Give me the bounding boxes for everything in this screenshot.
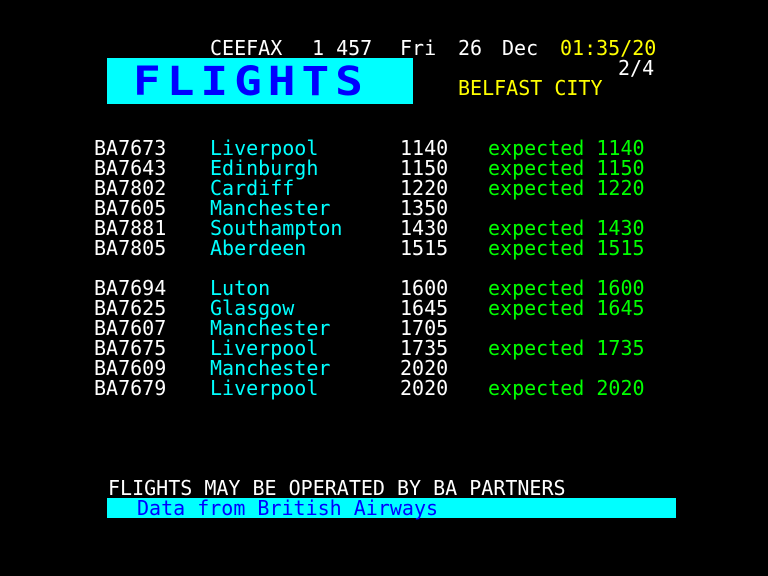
source-bar: Data from British Airways bbox=[107, 498, 676, 518]
flight-number: BA7625 bbox=[94, 296, 167, 320]
flight-status: expected 1430 bbox=[488, 216, 645, 240]
flight-time: 1350 bbox=[400, 196, 449, 220]
banner-title: FLIGHTS bbox=[133, 57, 369, 105]
flight-destination: Manchester bbox=[210, 356, 331, 380]
flight-number: BA7802 bbox=[94, 176, 167, 200]
partners-note: FLIGHTS MAY BE OPERATED BY BA PARTNERS bbox=[108, 476, 566, 500]
flight-time: 1645 bbox=[400, 296, 449, 320]
flight-status: expected 1220 bbox=[488, 176, 645, 200]
flight-time: 1705 bbox=[400, 316, 449, 340]
teletext-header: CEEFAX 1 457 Fri 26 Dec 01:35/20 bbox=[0, 38, 656, 58]
flight-status: expected 1150 bbox=[488, 156, 645, 180]
page-number: 1 457 bbox=[312, 36, 373, 60]
flights-banner: FLIGHTS bbox=[107, 58, 413, 104]
flight-destination: Luton bbox=[210, 276, 271, 300]
flight-time: 1600 bbox=[400, 276, 449, 300]
flight-destination: Liverpool bbox=[210, 376, 319, 400]
flight-destination: Liverpool bbox=[210, 336, 319, 360]
flight-status: expected 1140 bbox=[488, 136, 645, 160]
flight-status: expected 1515 bbox=[488, 236, 645, 260]
flight-destination: Glasgow bbox=[210, 296, 295, 320]
flight-destination: Liverpool bbox=[210, 136, 319, 160]
flight-number: BA7805 bbox=[94, 236, 167, 260]
flight-status: expected 1645 bbox=[488, 296, 645, 320]
subpage-indicator: 2/4 bbox=[618, 56, 655, 80]
data-source: Data from British Airways bbox=[137, 496, 439, 520]
flight-time: 1515 bbox=[400, 236, 449, 260]
flight-time: 1735 bbox=[400, 336, 449, 360]
flight-status: expected 2020 bbox=[488, 376, 645, 400]
flight-destination: Manchester bbox=[210, 316, 331, 340]
flight-destination: Southampton bbox=[210, 216, 343, 240]
flight-number: BA7694 bbox=[94, 276, 167, 300]
month: Dec bbox=[502, 36, 539, 60]
flight-destination: Cardiff bbox=[210, 176, 295, 200]
flight-number: BA7881 bbox=[94, 216, 167, 240]
flight-number: BA7679 bbox=[94, 376, 167, 400]
flight-time: 2020 bbox=[400, 376, 449, 400]
day-of-week: Fri bbox=[400, 36, 437, 60]
station-name: BELFAST CITY bbox=[458, 76, 603, 100]
flight-destination: Edinburgh bbox=[210, 156, 319, 180]
flight-number: BA7673 bbox=[94, 136, 167, 160]
flight-number: BA7605 bbox=[94, 196, 167, 220]
clock: 01:35/20 bbox=[560, 36, 657, 60]
flight-number: BA7609 bbox=[94, 356, 167, 380]
flight-time: 1430 bbox=[400, 216, 449, 240]
flight-time: 1220 bbox=[400, 176, 449, 200]
flight-status: expected 1735 bbox=[488, 336, 645, 360]
flight-time: 1150 bbox=[400, 156, 449, 180]
flight-time: 1140 bbox=[400, 136, 449, 160]
flight-time: 2020 bbox=[400, 356, 449, 380]
flight-number: BA7675 bbox=[94, 336, 167, 360]
flight-destination: Aberdeen bbox=[210, 236, 307, 260]
date-day: 26 bbox=[458, 36, 483, 60]
flight-number: BA7607 bbox=[94, 316, 167, 340]
flight-status: expected 1600 bbox=[488, 276, 645, 300]
service-name: CEEFAX bbox=[210, 36, 283, 60]
flight-destination: Manchester bbox=[210, 196, 331, 220]
flight-number: BA7643 bbox=[94, 156, 167, 180]
footer-note-row: FLIGHTS MAY BE OPERATED BY BA PARTNERS bbox=[0, 478, 566, 498]
